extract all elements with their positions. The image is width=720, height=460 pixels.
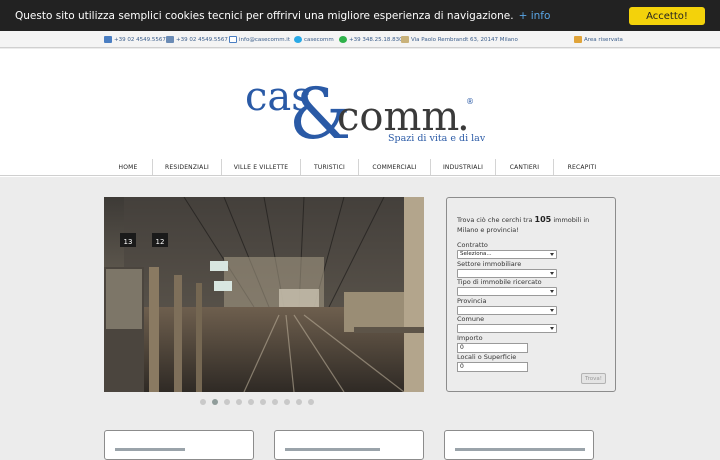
mail-icon — [229, 36, 237, 43]
reserved-area-text: Area riservata — [584, 36, 623, 43]
settore-label: Settore immobiliare — [457, 260, 522, 268]
locali-input[interactable]: 0 — [457, 362, 528, 372]
contact-skype[interactable]: casecomm — [294, 36, 334, 43]
site-logo[interactable]: cas & comm . ® Spazi di vita e di lavoro… — [245, 72, 485, 147]
comune-label: Comune — [457, 315, 485, 323]
nav-ville-e-villette[interactable]: VILLE E VILLETTE — [222, 158, 300, 176]
contact-phone-text: +39 02 4549.5567 — [114, 36, 166, 43]
cookie-banner: Questo sito utilizza semplici cookies te… — [0, 0, 720, 31]
tipo-label: Tipo di immobile ricercato — [457, 278, 542, 286]
comune-select[interactable] — [457, 324, 557, 333]
search-submit-button[interactable]: Trova! — [581, 373, 606, 384]
settore-select[interactable] — [457, 269, 557, 278]
nav-turistici[interactable]: TURISTICI — [301, 158, 358, 176]
whatsapp-icon — [339, 36, 347, 43]
provincia-select[interactable] — [457, 306, 557, 315]
contact-phone[interactable]: +39 02 4549.5567 — [104, 36, 166, 43]
nav-residenziali[interactable]: RESIDENZIALI — [153, 158, 221, 176]
phone-icon — [104, 36, 112, 43]
platform-number-12: 12 — [156, 238, 165, 246]
contact-bar: +39 02 4549.5567 +39 02 4549.5567 info@c… — [0, 31, 720, 48]
featured-card[interactable] — [104, 430, 254, 460]
cookie-accept-button[interactable]: Accetto! — [629, 7, 705, 25]
chevron-down-icon — [550, 290, 554, 293]
property-search-panel: Trova ciò che cerchi tra 105 immobili in… — [446, 197, 616, 392]
provincia-label: Provincia — [457, 297, 487, 305]
contact-email[interactable]: info@casecomm.it — [229, 36, 290, 43]
slider-dot[interactable] — [272, 399, 278, 405]
chevron-down-icon — [550, 309, 554, 312]
featured-card[interactable] — [444, 430, 594, 460]
slider-dot[interactable] — [296, 399, 302, 405]
cookie-message: Questo sito utilizza semplici cookies te… — [15, 9, 514, 22]
lock-icon — [574, 36, 582, 43]
skype-icon — [294, 36, 302, 43]
cookie-info-link[interactable]: + info — [519, 10, 551, 22]
importo-input[interactable]: 0 — [457, 343, 528, 353]
property-count: 105 — [534, 215, 552, 224]
contact-fax-text: +39 02 4549.5567 — [176, 36, 228, 43]
slider-dot[interactable] — [308, 399, 314, 405]
map-icon — [401, 36, 409, 43]
contratto-label: Contratto — [457, 241, 488, 249]
featured-card[interactable] — [274, 430, 424, 460]
search-intro: Trova ciò che cerchi tra 105 immobili in… — [457, 215, 609, 235]
slider-dot[interactable] — [260, 399, 266, 405]
slider-pagination — [200, 399, 314, 407]
chevron-down-icon — [550, 272, 554, 275]
slider-dot[interactable] — [236, 399, 242, 405]
locali-label: Locali o Superficie — [457, 353, 517, 361]
logo-registered-mark: ® — [466, 97, 474, 106]
logo-tagline: Spazi di vita e di lavoro. — [388, 133, 485, 144]
importo-label: Importo — [457, 334, 483, 342]
slider-dot[interactable] — [284, 399, 290, 405]
contact-whatsapp[interactable]: +39 348.25.18.830 — [339, 36, 403, 43]
slider-dot[interactable] — [212, 399, 218, 405]
nav-home[interactable]: HOME — [104, 158, 152, 176]
contratto-select[interactable]: Seleziona... — [457, 250, 557, 259]
fax-icon — [166, 36, 174, 43]
platform-number-13: 13 — [124, 238, 133, 246]
contact-email-text: info@casecomm.it — [239, 36, 290, 43]
main-nav: HOME RESIDENZIALI VILLE E VILLETTE TURIS… — [0, 158, 720, 176]
slider-dot[interactable] — [224, 399, 230, 405]
nav-cantieri[interactable]: CANTIERI — [496, 158, 553, 176]
contact-address[interactable]: Via Paolo Rembrandt 63, 20147 Milano — [401, 36, 518, 43]
contratto-selected-value: Seleziona... — [460, 251, 492, 257]
nav-industriali[interactable]: INDUSTRIALI — [431, 158, 495, 176]
contact-address-text: Via Paolo Rembrandt 63, 20147 Milano — [411, 36, 518, 43]
slide-image-train-station: 13 12 — [104, 197, 424, 392]
tipo-select[interactable] — [457, 287, 557, 296]
contact-fax[interactable]: +39 02 4549.5567 — [166, 36, 228, 43]
slider-dot[interactable] — [200, 399, 206, 405]
reserved-area-link[interactable]: Area riservata — [574, 36, 623, 43]
image-slider[interactable]: 13 12 — [104, 197, 424, 392]
chevron-down-icon — [550, 253, 554, 256]
nav-recapiti[interactable]: RECAPITI — [554, 158, 610, 176]
slider-dot[interactable] — [248, 399, 254, 405]
chevron-down-icon — [550, 327, 554, 330]
nav-commerciali[interactable]: COMMERCIALI — [359, 158, 430, 176]
search-intro-before: Trova ciò che cerchi tra — [457, 216, 535, 224]
contact-skype-text: casecomm — [304, 36, 334, 43]
contact-whatsapp-text: +39 348.25.18.830 — [349, 36, 403, 43]
